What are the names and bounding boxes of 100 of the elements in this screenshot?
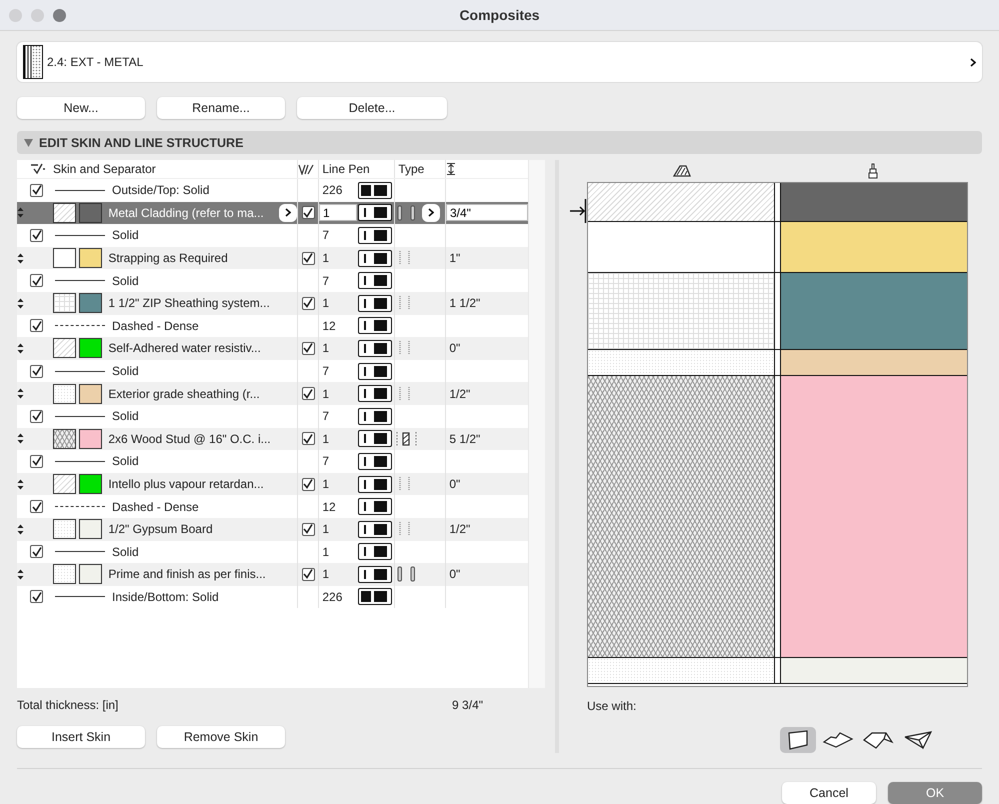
pen-number: 226 (321, 590, 342, 604)
pen-weight-icon[interactable] (358, 408, 392, 425)
core-checkbox[interactable] (302, 252, 314, 265)
pen-weight-icon[interactable] (358, 272, 392, 290)
drag-handle-icon[interactable] (17, 388, 24, 400)
separator-name: Solid (112, 544, 139, 559)
skin-row[interactable]: Metal Cladding (refer to ma... 1 3/4" (17, 202, 528, 224)
expand-button[interactable] (422, 204, 440, 222)
drag-handle-icon[interactable] (17, 433, 24, 444)
composite-selector[interactable]: 2.4: EXT - METAL (17, 42, 982, 82)
skin-row[interactable]: Intello plus vapour retardan... 1 0" (17, 472, 528, 496)
use-with-option[interactable] (780, 727, 816, 753)
zoom-button[interactable] (53, 8, 66, 22)
skin-row[interactable]: 1 1/2" ZIP Sheathing system... 1 1 1/2" (17, 292, 528, 315)
core-checkbox[interactable] (302, 206, 314, 220)
color-swatch[interactable] (79, 248, 102, 268)
hatch-swatch[interactable] (53, 384, 76, 404)
core-checkbox[interactable] (302, 342, 314, 355)
color-swatch[interactable] (79, 338, 102, 358)
pen-weight-icon[interactable] (358, 452, 392, 470)
core-checkbox[interactable] (302, 387, 314, 400)
hatch-swatch[interactable] (53, 338, 76, 358)
solid-line-sample (55, 234, 105, 236)
hatch-swatch[interactable] (53, 248, 76, 268)
drag-handle-icon[interactable] (17, 478, 24, 490)
pen-weight-icon[interactable] (358, 566, 392, 583)
pen-weight-icon[interactable] (358, 340, 392, 357)
color-swatch[interactable] (79, 202, 102, 223)
skin-button[interactable]: Remove Skin (157, 726, 285, 748)
pen-weight-icon[interactable] (358, 317, 392, 334)
thickness-field[interactable]: 3/4" (446, 204, 528, 222)
skin-row[interactable]: Prime and finish as per finis... 1 0" (17, 563, 528, 586)
drag-handle-icon[interactable] (17, 524, 24, 535)
checkbox[interactable] (30, 545, 43, 558)
checkbox[interactable] (30, 410, 43, 423)
thickness-column-icon (446, 163, 456, 175)
color-swatch[interactable] (79, 474, 102, 494)
pen-weight-icon[interactable] (358, 250, 392, 267)
color-swatch[interactable] (79, 519, 102, 540)
hatch-swatch[interactable] (53, 293, 76, 314)
pen-weight-icon[interactable] (358, 204, 392, 222)
pen-weight-icon[interactable] (358, 430, 392, 448)
solid-line-sample (55, 370, 105, 372)
checkbox[interactable] (30, 319, 43, 332)
checkbox[interactable] (30, 590, 43, 604)
skin-row[interactable]: Self-Adhered water resistiv... 1 0" (17, 337, 528, 360)
roof-icon (862, 730, 894, 750)
pen-weight-icon[interactable] (358, 498, 392, 516)
separator-name: Solid (112, 274, 139, 288)
dashed-line-sample (55, 325, 105, 326)
disclosure-triangle-icon[interactable] (24, 138, 33, 146)
checkbox[interactable] (30, 274, 43, 288)
drag-handle-icon[interactable] (17, 298, 24, 309)
checkbox[interactable] (30, 500, 43, 514)
core-type-icon (395, 430, 419, 447)
drag-handle-icon[interactable] (17, 568, 24, 580)
checkbox[interactable] (30, 184, 43, 197)
section-header[interactable]: EDIT SKIN AND LINE STRUCTURE (17, 131, 982, 154)
action-button[interactable]: New... (17, 97, 145, 119)
color-swatch[interactable] (79, 293, 102, 314)
pen-weight-icon[interactable] (358, 294, 392, 312)
pen-field[interactable]: 1 (319, 204, 357, 222)
checkbox[interactable] (30, 364, 43, 378)
core-checkbox[interactable] (302, 432, 314, 446)
checkbox[interactable] (30, 454, 43, 468)
hatch-swatch[interactable] (53, 564, 76, 584)
cancel-button[interactable]: Cancel (782, 782, 876, 804)
pen-weight-icon[interactable] (358, 385, 392, 402)
hatch-swatch[interactable] (53, 474, 76, 494)
action-button[interactable]: Delete... (297, 97, 447, 119)
pen-weight-icon[interactable] (358, 543, 392, 560)
scrollbar[interactable] (528, 160, 545, 688)
skin-row[interactable]: 2x6 Wood Stud @ 16" O.C. i... 1 5 1/2" (17, 428, 528, 450)
skin-row[interactable]: Strapping as Required 1 1" (17, 246, 528, 270)
pen-weight-icon[interactable] (358, 476, 392, 493)
core-checkbox[interactable] (302, 296, 314, 310)
drag-handle-icon[interactable] (17, 207, 24, 218)
pen-weight-icon[interactable] (358, 520, 392, 538)
core-checkbox[interactable] (302, 478, 314, 491)
color-swatch[interactable] (79, 564, 102, 584)
pen-weight-icon[interactable] (358, 362, 392, 380)
hatch-swatch[interactable] (53, 428, 76, 449)
drag-handle-icon[interactable] (17, 342, 24, 354)
pen-weight-icon[interactable] (358, 226, 392, 244)
color-swatch[interactable] (79, 384, 102, 404)
core-checkbox[interactable] (302, 568, 314, 581)
pen-weight-icon[interactable] (358, 588, 392, 606)
skin-row[interactable]: Exterior grade sheathing (r... 1 1/2" (17, 382, 528, 405)
hatch-swatch[interactable] (53, 202, 76, 223)
pen-number: 12 (321, 318, 336, 333)
drag-handle-icon[interactable] (17, 252, 24, 264)
expand-button[interactable] (279, 204, 297, 222)
pen-weight-icon[interactable] (358, 182, 392, 199)
hatch-swatch[interactable] (53, 519, 76, 540)
skin-row[interactable]: 1/2" Gypsum Board 1 1/2" (17, 518, 528, 540)
skin-button[interactable]: Insert Skin (17, 726, 145, 748)
core-checkbox[interactable] (302, 522, 314, 536)
action-button[interactable]: Rename... (157, 97, 285, 119)
color-swatch[interactable] (79, 428, 102, 449)
checkbox[interactable] (30, 228, 43, 242)
